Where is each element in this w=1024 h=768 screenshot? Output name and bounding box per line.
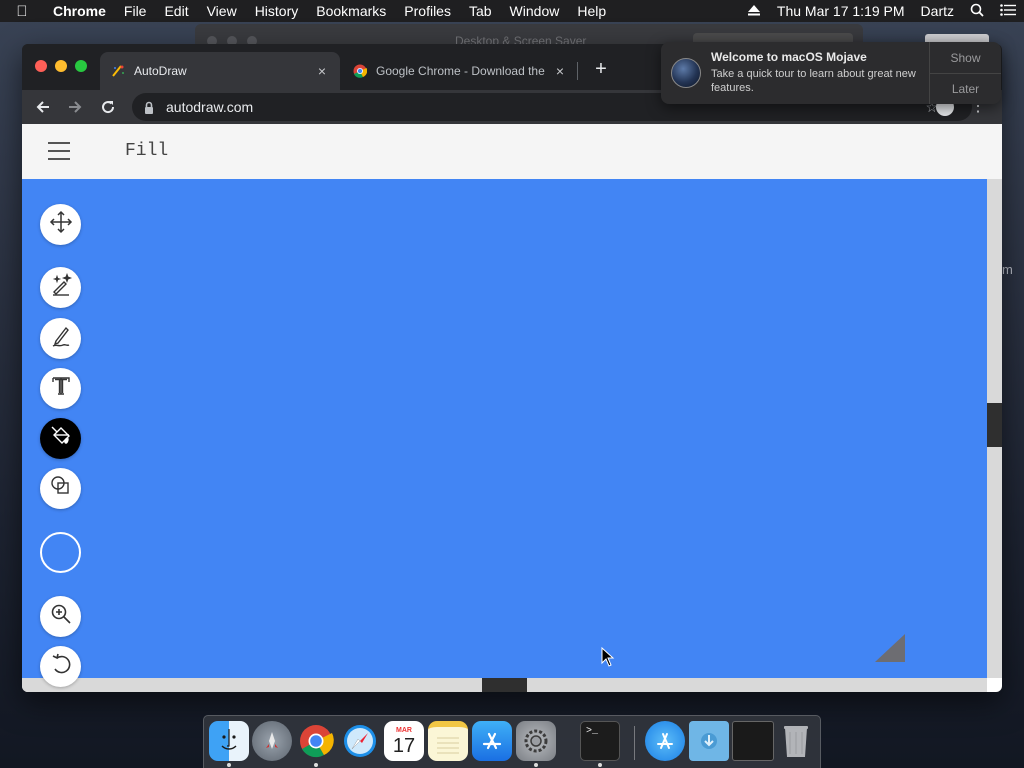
new-tab-button[interactable]: + bbox=[590, 58, 612, 80]
tab-close-icon[interactable]: × bbox=[314, 63, 330, 79]
notification-show-button[interactable]: Show bbox=[930, 42, 1001, 73]
menu-tab[interactable]: Tab bbox=[460, 3, 501, 19]
shape-tool[interactable] bbox=[40, 468, 81, 509]
mojave-logo-icon bbox=[671, 58, 701, 88]
type-tool[interactable] bbox=[40, 368, 81, 409]
tab-close-icon[interactable]: × bbox=[552, 63, 568, 79]
calendar-day: 17 bbox=[392, 734, 416, 757]
window-maximize-button[interactable] bbox=[75, 60, 87, 72]
dock: MAR 17 >_ bbox=[203, 715, 821, 768]
text-t-icon bbox=[49, 374, 73, 403]
mojave-notification[interactable]: Welcome to macOS Mojave Take a quick tou… bbox=[661, 42, 1001, 104]
apple-menu-icon[interactable]:  bbox=[0, 3, 44, 20]
horizontal-scrollbar[interactable] bbox=[22, 678, 987, 692]
menubar-clock[interactable]: Thu Mar 17 1:19 PM bbox=[769, 3, 913, 19]
applications-folder-icon[interactable] bbox=[645, 721, 685, 761]
terminal-prompt: >_ bbox=[586, 726, 599, 737]
tab-chrome-download[interactable]: Google Chrome - Download the × bbox=[342, 52, 578, 90]
paint-bucket-icon bbox=[49, 424, 73, 453]
menu-file[interactable]: File bbox=[115, 3, 156, 19]
finder-icon[interactable] bbox=[209, 721, 249, 761]
draw-tool[interactable] bbox=[40, 318, 81, 359]
menu-view[interactable]: View bbox=[198, 3, 246, 19]
pencil-icon bbox=[49, 324, 73, 353]
menubar-user[interactable]: Dartz bbox=[913, 3, 962, 19]
chrome-dock-icon[interactable] bbox=[296, 721, 336, 761]
launchpad-icon[interactable] bbox=[252, 721, 292, 761]
chrome-icon bbox=[352, 63, 368, 79]
magic-pencil-icon bbox=[49, 272, 73, 302]
notification-center-icon[interactable] bbox=[992, 3, 1024, 19]
undo-icon bbox=[49, 652, 73, 681]
downloads-folder-icon[interactable] bbox=[689, 721, 729, 761]
tab-title: Google Chrome - Download the bbox=[376, 64, 545, 78]
trash-icon[interactable] bbox=[776, 721, 816, 761]
autodraw-header: Fill bbox=[22, 124, 1002, 179]
chrome-window: AutoDraw × Google Chrome - Download the … bbox=[22, 44, 1002, 692]
forward-arrow-icon[interactable] bbox=[63, 95, 87, 119]
fill-tool[interactable] bbox=[40, 418, 81, 459]
spotlight-search-icon[interactable] bbox=[962, 3, 992, 20]
app-store-icon[interactable] bbox=[472, 721, 512, 761]
eject-icon[interactable] bbox=[739, 3, 769, 19]
shapes-icon bbox=[49, 474, 73, 503]
reload-icon[interactable] bbox=[96, 95, 120, 119]
url-text: autodraw.com bbox=[166, 99, 254, 115]
autodraw-page: Fill bbox=[22, 124, 1002, 692]
menu-window[interactable]: Window bbox=[501, 3, 569, 19]
running-indicator bbox=[598, 763, 602, 767]
back-arrow-icon[interactable] bbox=[31, 95, 55, 119]
calendar-month: MAR bbox=[396, 726, 412, 734]
mode-title: Fill bbox=[125, 141, 169, 161]
notification-body: Take a quick tour to learn about great n… bbox=[711, 68, 916, 94]
horizontal-scroll-thumb[interactable] bbox=[482, 678, 527, 692]
tab-separator bbox=[577, 62, 578, 80]
lock-icon bbox=[144, 101, 158, 114]
background-side-text: m bbox=[1002, 262, 1013, 277]
menu-bar:  Chrome File Edit View History Bookmark… bbox=[0, 0, 1024, 22]
autodraw-tool[interactable] bbox=[40, 267, 81, 308]
calendar-icon[interactable]: MAR 17 bbox=[384, 721, 424, 761]
running-indicator bbox=[534, 763, 538, 767]
screenshot-preview-icon[interactable] bbox=[732, 721, 774, 761]
vertical-scrollbar[interactable] bbox=[987, 179, 1002, 678]
mouse-cursor-icon bbox=[601, 647, 615, 667]
menu-app-name[interactable]: Chrome bbox=[44, 3, 115, 19]
menu-profiles[interactable]: Profiles bbox=[395, 3, 460, 19]
undo-button[interactable] bbox=[40, 646, 81, 687]
tab-autodraw[interactable]: AutoDraw × bbox=[100, 52, 340, 90]
notes-icon[interactable] bbox=[428, 721, 468, 761]
running-indicator bbox=[227, 763, 231, 767]
move-arrows-icon bbox=[49, 210, 73, 239]
zoom-icon bbox=[49, 602, 73, 631]
menu-edit[interactable]: Edit bbox=[155, 3, 197, 19]
tab-title: AutoDraw bbox=[134, 64, 187, 78]
autodraw-icon bbox=[110, 63, 126, 79]
zoom-tool[interactable] bbox=[40, 596, 81, 637]
notification-later-button[interactable]: Later bbox=[930, 73, 1001, 104]
vertical-scroll-thumb[interactable] bbox=[987, 403, 1002, 447]
running-indicator bbox=[314, 763, 318, 767]
hamburger-menu-icon[interactable] bbox=[48, 142, 70, 160]
menu-bookmarks[interactable]: Bookmarks bbox=[307, 3, 395, 19]
window-minimize-button[interactable] bbox=[55, 60, 67, 72]
terminal-icon[interactable]: >_ bbox=[580, 721, 620, 761]
safari-icon[interactable] bbox=[340, 721, 380, 761]
system-preferences-icon[interactable] bbox=[516, 721, 556, 761]
notification-actions: Show Later bbox=[929, 42, 1001, 104]
color-picker[interactable] bbox=[40, 532, 81, 573]
dock-separator bbox=[634, 726, 635, 760]
window-close-button[interactable] bbox=[35, 60, 47, 72]
move-tool[interactable] bbox=[40, 204, 81, 245]
menu-help[interactable]: Help bbox=[568, 3, 615, 19]
canvas-resize-handle[interactable] bbox=[875, 634, 905, 662]
menu-history[interactable]: History bbox=[246, 3, 308, 19]
drawing-canvas[interactable] bbox=[22, 179, 987, 678]
notification-title: Welcome to macOS Mojave bbox=[711, 50, 867, 64]
